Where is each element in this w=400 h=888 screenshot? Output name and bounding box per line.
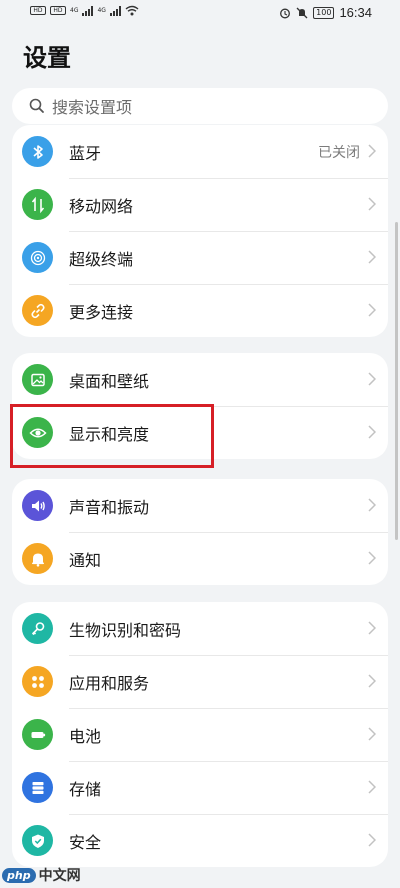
- settings-item-storage[interactable]: 存储: [12, 761, 388, 814]
- settings-item-label: 通知: [69, 550, 102, 570]
- settings-group-system: 生物识别和密码 应用和服务 电池 存储 安全: [12, 602, 388, 867]
- super-device-icon: [22, 242, 53, 273]
- settings-item-label: 桌面和壁纸: [69, 371, 150, 391]
- settings-item-label: 电池: [69, 726, 102, 746]
- key-icon: [22, 613, 53, 644]
- bell-icon: [22, 543, 53, 574]
- settings-item-mobile-network[interactable]: 移动网络: [12, 178, 388, 231]
- sim1-icon: HD: [30, 6, 46, 15]
- chevron-right-icon: [368, 197, 376, 211]
- settings-item-wallpaper[interactable]: 桌面和壁纸: [12, 353, 388, 406]
- settings-item-apps-services[interactable]: 应用和服务: [12, 655, 388, 708]
- settings-item-biometrics-password[interactable]: 生物识别和密码: [12, 602, 388, 655]
- settings-item-label: 应用和服务: [69, 673, 150, 693]
- settings-item-battery[interactable]: 电池: [12, 708, 388, 761]
- sound-icon: [22, 490, 53, 521]
- chevron-right-icon: [368, 551, 376, 565]
- chevron-right-icon: [368, 250, 376, 264]
- alarm-icon: [280, 8, 291, 18]
- clock: 16:34: [339, 5, 372, 20]
- mobile-network-icon: [22, 189, 53, 220]
- settings-group-connectivity: 蓝牙 已关闭 移动网络 超级终端 更多连接: [12, 125, 388, 337]
- scrollbar[interactable]: [395, 222, 398, 540]
- settings-item-label: 安全: [69, 832, 102, 852]
- signal-icon-2: [109, 5, 121, 16]
- settings-item-label: 蓝牙: [69, 143, 102, 163]
- settings-item-label: 声音和振动: [69, 497, 150, 517]
- storage-icon: [22, 772, 53, 803]
- settings-item-sound-vibration[interactable]: 声音和振动: [12, 479, 388, 532]
- battery-level: 100: [313, 6, 335, 19]
- settings-item-bluetooth[interactable]: 蓝牙 已关闭: [12, 125, 388, 178]
- signal-icon-1: [82, 5, 94, 16]
- settings-screen: HD HD 4G 4G 100 16:34 设置 搜索设置项 蓝牙 已关闭 移动…: [0, 0, 400, 888]
- search-placeholder: 搜索设置项: [52, 98, 133, 117]
- settings-item-label: 生物识别和密码: [69, 620, 182, 640]
- highlight-annotation-box: [10, 404, 214, 468]
- bluetooth-icon: [22, 136, 53, 167]
- watermark: php 中文网: [2, 864, 81, 886]
- search-icon: [29, 98, 44, 113]
- mute-icon: [296, 7, 308, 18]
- network-type-2: 4G: [97, 6, 106, 14]
- chevron-right-icon: [368, 498, 376, 512]
- watermark-badge: php: [2, 867, 36, 883]
- chevron-right-icon: [368, 425, 376, 439]
- status-bar: HD HD 4G 4G 100 16:34: [0, 0, 400, 28]
- page-title: 设置: [23, 44, 71, 72]
- chevron-right-icon: [368, 780, 376, 794]
- chevron-right-icon: [368, 674, 376, 688]
- watermark-text: 中文网: [38, 868, 81, 884]
- settings-group-sound: 声音和振动 通知: [12, 479, 388, 585]
- wallpaper-icon: [22, 364, 53, 395]
- chevron-right-icon: [368, 833, 376, 847]
- network-type-1: 4G: [70, 6, 79, 14]
- shield-icon: [22, 825, 53, 856]
- chevron-right-icon: [368, 727, 376, 741]
- bluetooth-status: 已关闭: [318, 144, 360, 161]
- settings-item-label: 更多连接: [69, 302, 134, 322]
- chevron-right-icon: [368, 144, 376, 158]
- search-input[interactable]: 搜索设置项: [12, 88, 388, 124]
- settings-item-label: 超级终端: [69, 249, 134, 269]
- wifi-icon: [125, 5, 139, 16]
- chevron-right-icon: [368, 372, 376, 386]
- sim2-icon: HD: [50, 6, 66, 15]
- link-icon: [22, 295, 53, 326]
- settings-item-notifications[interactable]: 通知: [12, 532, 388, 585]
- settings-item-label: 存储: [69, 779, 102, 799]
- chevron-right-icon: [368, 303, 376, 317]
- apps-icon: [22, 666, 53, 697]
- settings-item-security[interactable]: 安全: [12, 814, 388, 867]
- settings-item-more-connections[interactable]: 更多连接: [12, 284, 388, 337]
- chevron-right-icon: [368, 621, 376, 635]
- battery-icon: [22, 719, 53, 750]
- settings-item-super-device[interactable]: 超级终端: [12, 231, 388, 284]
- settings-item-label: 移动网络: [69, 196, 134, 216]
